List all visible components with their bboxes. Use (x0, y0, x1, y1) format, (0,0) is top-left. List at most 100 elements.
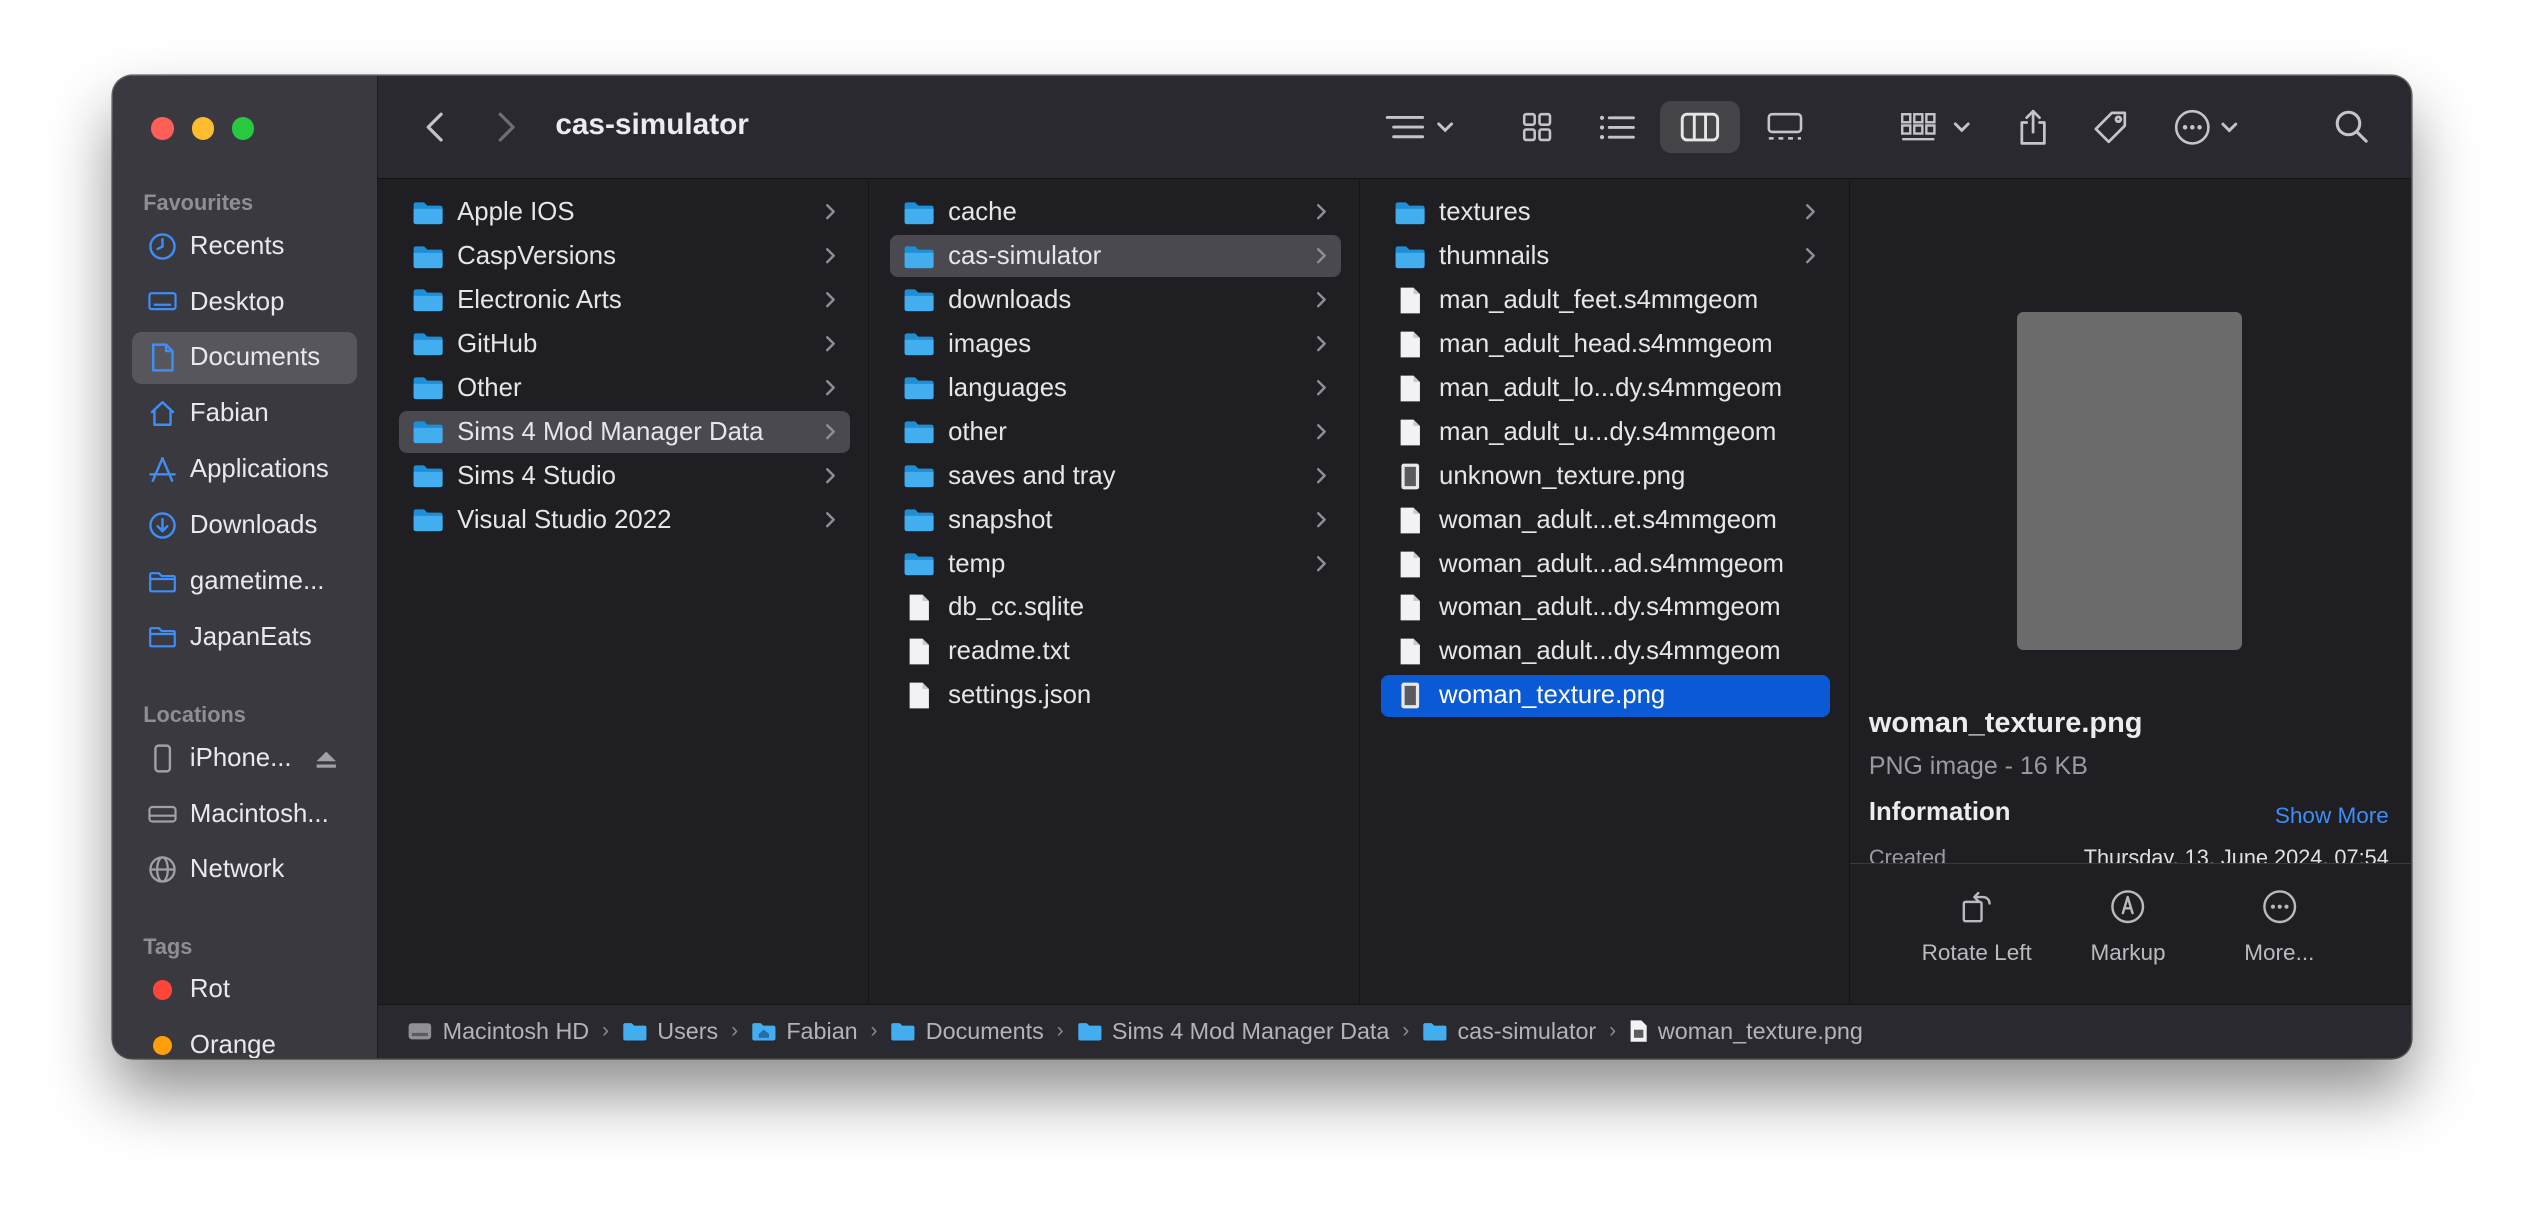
sidebar-item-rot[interactable]: Rot (132, 964, 357, 1016)
sidebar-item-iphone[interactable]: iPhone... (132, 732, 357, 784)
folder-item[interactable]: Sims 4 Mod Manager Data (399, 411, 850, 454)
file-item[interactable]: woman_adult...ad.s4mmgeom (1381, 543, 1830, 585)
minimize-button[interactable] (191, 117, 215, 141)
share-button[interactable] (2007, 101, 2059, 153)
folder-item[interactable]: GitHub (399, 323, 850, 365)
document-icon (148, 343, 177, 373)
folder-item[interactable]: cache (890, 192, 1341, 234)
sidebar-item-gametime[interactable]: gametime... (132, 556, 357, 608)
tag-button[interactable] (2085, 101, 2137, 153)
sidebar-item-desktop[interactable]: Desktop (132, 276, 357, 328)
path-crumb[interactable]: Documents (890, 1018, 1044, 1045)
folder-item[interactable]: Visual Studio 2022 (399, 499, 850, 541)
item-name: settings.json (948, 681, 1092, 710)
file-item[interactable]: readme.txt (890, 631, 1341, 673)
sidebar-item-japaneats[interactable]: JapanEats (132, 612, 357, 664)
sidebar-item-fabian[interactable]: Fabian (132, 388, 357, 440)
path-crumb-label: Macintosh HD (442, 1017, 590, 1044)
file-item[interactable]: man_adult_feet.s4mmgeom (1381, 279, 1830, 321)
back-button[interactable] (410, 101, 458, 153)
list-view-button[interactable] (1586, 101, 1650, 153)
sidebar-item-recents[interactable]: Recents (132, 221, 357, 273)
path-crumb[interactable]: Macintosh HD (407, 1018, 589, 1045)
image-file-icon (1394, 462, 1426, 491)
folder-item[interactable]: cas-simulator (890, 235, 1341, 278)
file-item[interactable]: man_adult_head.s4mmgeom (1381, 323, 1830, 365)
tag-color-dot (148, 975, 177, 1004)
group-by-button[interactable] (1376, 101, 1463, 153)
more-actions-button[interactable] (2168, 101, 2248, 153)
preview-filename: woman_texture.png (1868, 706, 2143, 739)
folder-item[interactable]: textures (1381, 192, 1830, 234)
path-crumb[interactable]: Sims 4 Mod Manager Data (1077, 1018, 1389, 1045)
folder-item[interactable]: saves and tray (890, 455, 1341, 497)
sidebar: Favourites Recents Desktop Documents Fabian… (112, 75, 379, 1058)
path-crumb[interactable]: Users (622, 1018, 718, 1045)
sidebar-item-downloads[interactable]: Downloads (132, 500, 357, 552)
file-item[interactable]: woman_adult...dy.s4mmgeom (1381, 631, 1830, 673)
icon-view-button[interactable] (1505, 101, 1569, 153)
folder-icon (1077, 1021, 1103, 1042)
path-crumb-label: Fabian (786, 1017, 858, 1044)
close-button[interactable] (151, 117, 174, 141)
file-item[interactable]: unknown_texture.png (1381, 455, 1830, 497)
rotate-left-label: Rotate Left (1921, 940, 2032, 966)
zoom-button[interactable] (231, 117, 255, 141)
file-item[interactable]: man_adult_u...dy.s4mmgeom (1381, 411, 1830, 453)
folder-item[interactable]: downloads (890, 279, 1341, 321)
file-item[interactable]: db_cc.sqlite (890, 587, 1341, 629)
path-crumb[interactable]: woman_texture.png (1629, 1018, 1863, 1045)
sidebar-item-applications[interactable]: Applications (132, 444, 357, 496)
chevron-right-icon (824, 244, 837, 273)
folder-item[interactable]: Electronic Arts (399, 279, 850, 321)
folder-item[interactable]: temp (890, 543, 1341, 585)
sidebar-item-network[interactable]: Network (132, 844, 357, 896)
sidebar-item-label: iPhone... (189, 743, 292, 772)
gallery-view-button[interactable] (1750, 101, 1821, 153)
file-item[interactable]: woman_adult...et.s4mmgeom (1381, 499, 1830, 541)
folder-item[interactable]: thumnails (1381, 235, 1830, 277)
folder-icon (903, 462, 935, 491)
chevron-right-icon (824, 375, 837, 404)
column-view-button[interactable] (1659, 101, 1741, 153)
search-button[interactable] (2326, 101, 2378, 153)
file-item[interactable]: man_adult_lo...dy.s4mmgeom (1381, 367, 1830, 409)
folder-icon (412, 286, 444, 315)
markup-button[interactable]: Markup (2056, 889, 2201, 967)
item-name: other (948, 417, 1007, 446)
sidebar-heading-favourites: Favourites (143, 189, 254, 215)
path-crumb[interactable]: Fabian (751, 1018, 858, 1045)
file-icon (1394, 286, 1426, 315)
folder-item[interactable]: Apple IOS (399, 192, 850, 234)
file-item[interactable]: woman_adult...dy.s4mmgeom (1381, 587, 1830, 629)
more-button[interactable]: More... (2207, 889, 2352, 967)
folder-item[interactable]: CaspVersions (399, 235, 850, 277)
toolbar: cas-simulator (378, 75, 2412, 179)
arrange-button[interactable] (1891, 101, 1981, 153)
folder-icon (903, 242, 935, 271)
item-name: unknown_texture.png (1439, 461, 1686, 490)
folder-item[interactable]: snapshot (890, 499, 1341, 541)
folder-item[interactable]: Other (399, 367, 850, 409)
harddrive-icon (407, 1020, 433, 1043)
sidebar-item-macintosh[interactable]: Macintosh... (132, 788, 357, 840)
sidebar-item-orange[interactable]: Orange (132, 1020, 357, 1058)
path-crumb-label: cas-simulator (1457, 1017, 1597, 1044)
folder-item[interactable]: other (890, 411, 1341, 453)
file-item[interactable]: woman_texture.png (1381, 674, 1831, 717)
folder-item[interactable]: languages (890, 367, 1341, 409)
item-name: man_adult_head.s4mmgeom (1439, 329, 1773, 358)
eject-icon[interactable] (315, 747, 338, 776)
folder-icon (1394, 198, 1426, 227)
folder-item[interactable]: images (890, 323, 1341, 365)
path-crumb[interactable]: cas-simulator (1422, 1018, 1596, 1045)
show-more-link[interactable]: Show More (2275, 803, 2389, 829)
file-item[interactable]: settings.json (890, 675, 1341, 717)
folder-icon (1422, 1021, 1448, 1042)
forward-button[interactable] (483, 101, 531, 153)
created-value: Thursday, 13. June 2024, 07:54 (2083, 845, 2389, 865)
folder-icon (412, 198, 444, 227)
rotate-left-button[interactable]: Rotate Left (1904, 889, 2049, 967)
sidebar-item-documents[interactable]: Documents (131, 332, 358, 384)
folder-item[interactable]: Sims 4 Studio (399, 455, 850, 497)
